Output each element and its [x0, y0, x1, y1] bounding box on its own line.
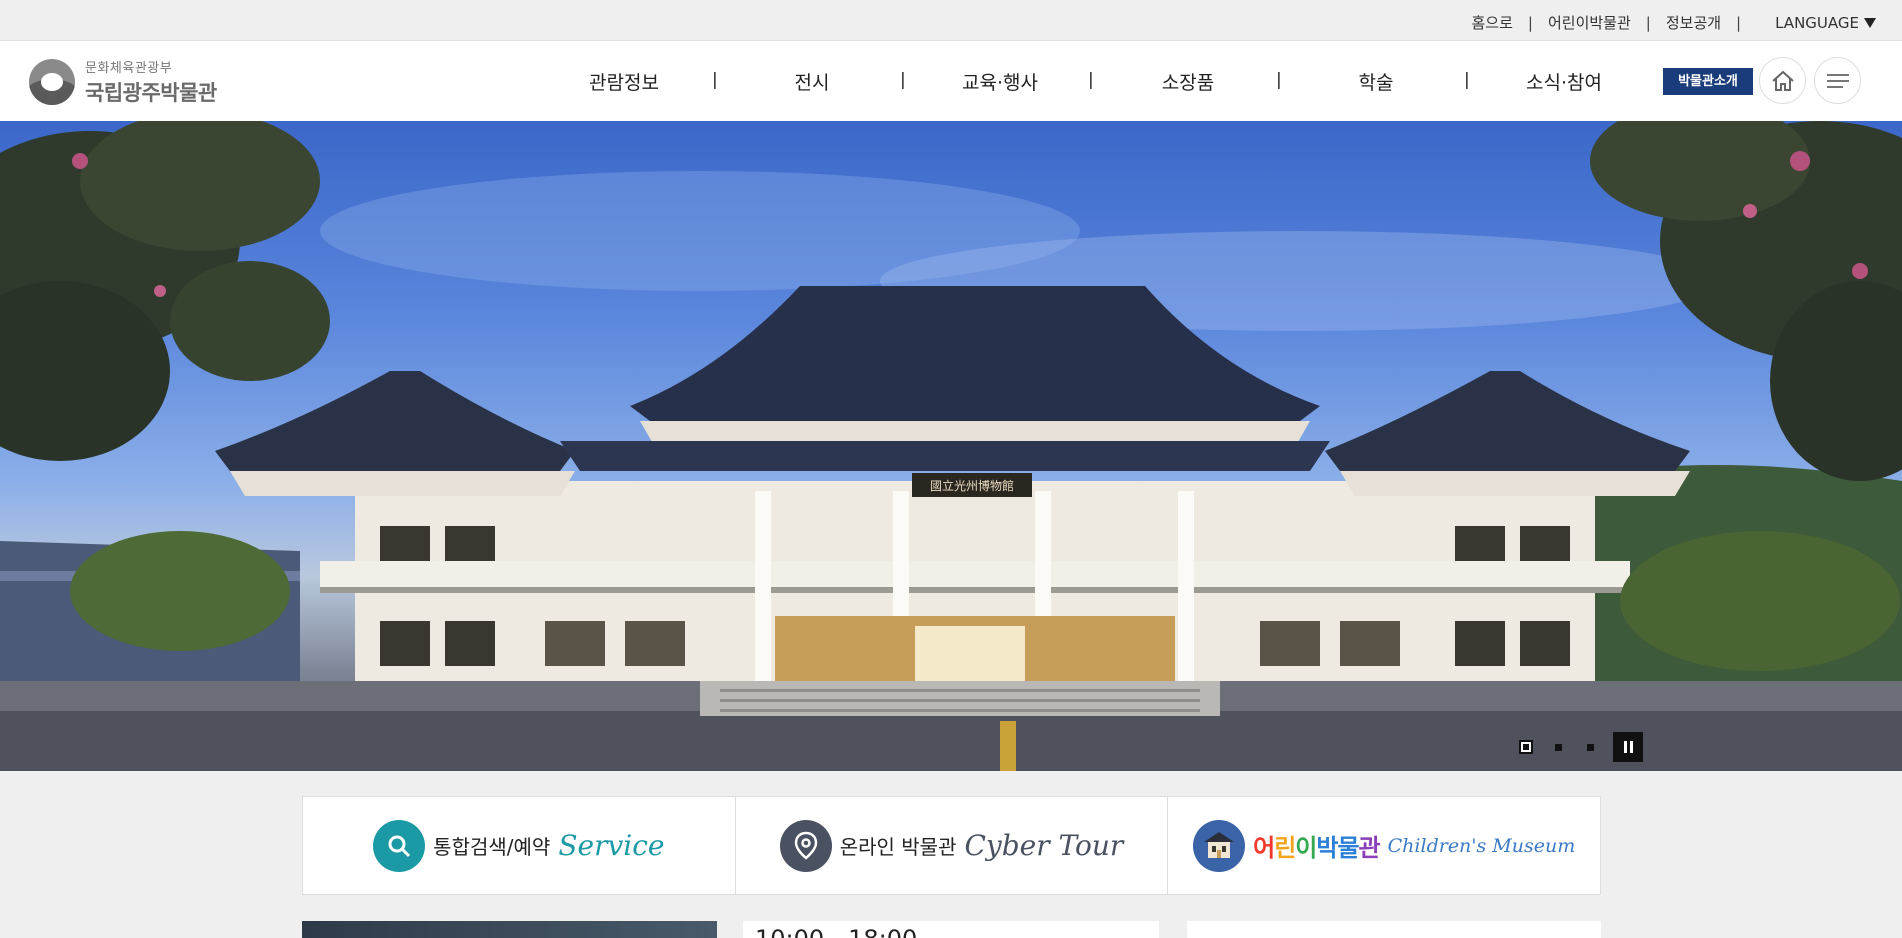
- nav-news-participation[interactable]: 소식·참여: [1464, 68, 1658, 95]
- nav-research[interactable]: 학술: [1276, 68, 1470, 95]
- nav-collection[interactable]: 소장품: [1088, 68, 1282, 95]
- hero-banner: 國立光州博物館: [0, 121, 1902, 771]
- childrens-museum-tile[interactable]: 어린이박물관 Children's Museum: [1168, 797, 1600, 894]
- slide-indicator-1[interactable]: [1519, 740, 1533, 754]
- online-tile-label: 온라인 박물관: [839, 835, 957, 859]
- location-pin-icon: [779, 819, 832, 872]
- museum-building-image: 國立光州博物館: [0, 121, 1902, 771]
- slider-pause-button[interactable]: [1613, 732, 1643, 762]
- info-card: [1187, 921, 1601, 938]
- home-link[interactable]: 홈으로: [1472, 12, 1513, 33]
- home-icon: [1771, 70, 1794, 91]
- caret-down-icon: [1864, 17, 1876, 28]
- separator: |: [1645, 13, 1651, 32]
- kids-museum-link[interactable]: 어린이박물관: [1548, 12, 1631, 33]
- museum-intro-button[interactable]: 박물관소개: [1663, 68, 1753, 95]
- search-tile-label: 통합검색/예약: [433, 835, 551, 859]
- site-logo[interactable]: 문화체육관광부 국립광주박물관: [29, 57, 217, 107]
- slide-indicator-2[interactable]: [1551, 740, 1565, 754]
- childrens-museum-script: Children's Museum: [1387, 834, 1576, 857]
- slider-controls: [1519, 732, 1643, 762]
- slide-indicator-3[interactable]: [1583, 740, 1597, 754]
- content-row-partial: 10:00 - 18:00: [0, 921, 1902, 938]
- sitemap-menu-button[interactable]: [1814, 57, 1861, 104]
- search-icon: [373, 819, 426, 872]
- header: 문화체육관광부 국립광주박물관 관람정보 전시 교육·행사 소장품 학술 소식·…: [0, 41, 1902, 121]
- language-dropdown[interactable]: LANGUAGE: [1775, 14, 1876, 32]
- nav-exhibition[interactable]: 전시: [712, 68, 906, 95]
- utility-bar: 홈으로 | 어린이박물관 | 정보공개 | LANGUAGE: [0, 0, 1902, 41]
- main-nav: 관람정보 전시 교육·행사 소장품 학술 소식·참여: [530, 41, 1658, 121]
- logo-ministry: 문화체육관광부: [85, 61, 173, 76]
- separator: |: [1736, 13, 1742, 32]
- taegeuk-emblem-icon: [29, 59, 75, 105]
- separator: |: [1527, 13, 1533, 32]
- quick-service-bar: 통합검색/예약 Service 온라인 박물관 Cyber Tour 어린이박물…: [302, 796, 1601, 895]
- childrens-museum-building-icon: [1193, 819, 1246, 872]
- opening-hours-card: 10:00 - 18:00: [743, 921, 1159, 938]
- info-disclosure-link[interactable]: 정보공개: [1666, 12, 1721, 33]
- nav-visit-info[interactable]: 관람정보: [530, 68, 718, 95]
- feature-image: [302, 921, 717, 938]
- search-tile-script: Service: [558, 829, 665, 862]
- museum-sign: 國立光州博物館: [930, 478, 1014, 493]
- opening-hours: 10:00 - 18:00: [755, 925, 917, 938]
- utility-links: 홈으로 | 어린이박물관 | 정보공개 | LANGUAGE: [1472, 12, 1876, 33]
- pause-icon: [1623, 741, 1627, 753]
- nav-education-events[interactable]: 교육·행사: [900, 68, 1094, 95]
- online-museum-tile[interactable]: 온라인 박물관 Cyber Tour: [736, 797, 1169, 894]
- logo-museum-name: 국립광주박물관: [85, 81, 217, 105]
- online-tile-script: Cyber Tour: [964, 829, 1124, 862]
- childrens-museum-title: 어린이박물관: [1253, 834, 1381, 862]
- home-button[interactable]: [1759, 57, 1806, 104]
- language-label: LANGUAGE: [1775, 13, 1859, 32]
- integrated-search-reservation-tile[interactable]: 통합검색/예약 Service: [303, 797, 736, 894]
- hamburger-icon: [1826, 73, 1849, 88]
